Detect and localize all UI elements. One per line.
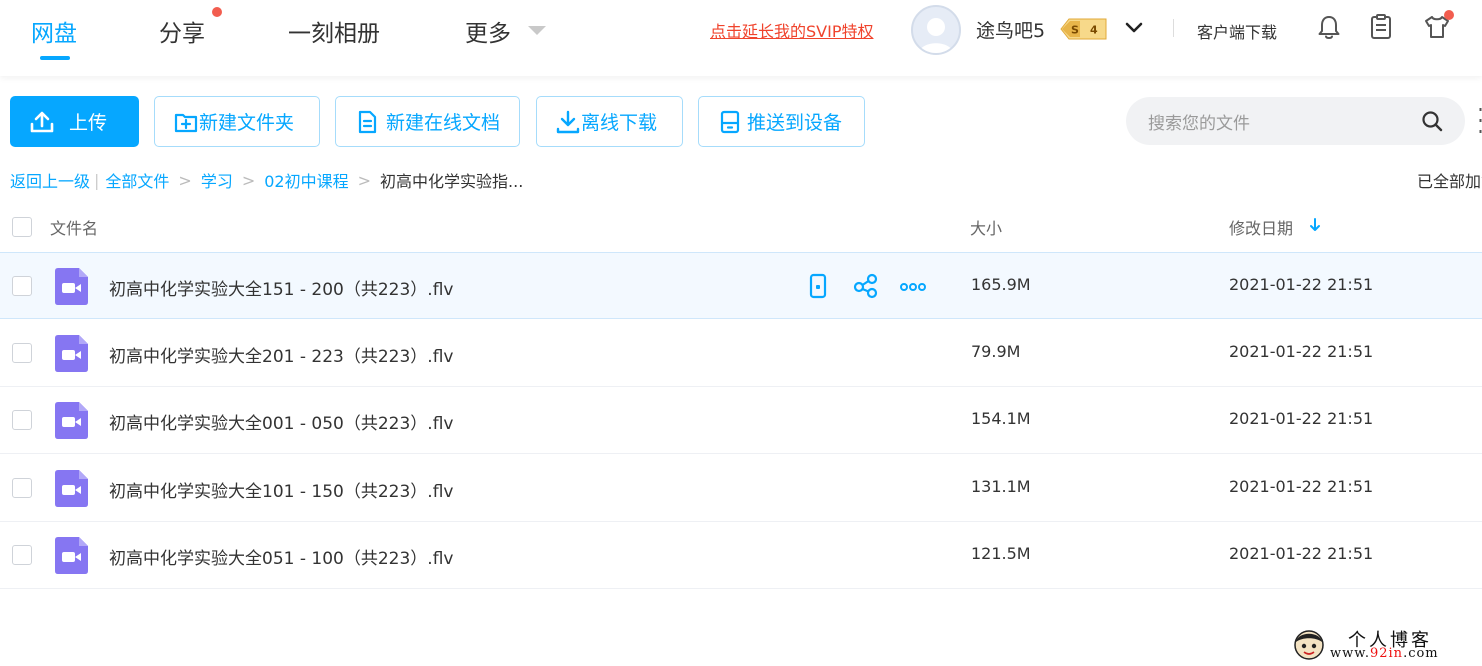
video-file-icon bbox=[55, 537, 88, 574]
offline-download-label: 离线下载 bbox=[581, 112, 658, 134]
tab-more[interactable]: 更多 bbox=[465, 14, 511, 48]
file-date: 2021-01-22 21:51 bbox=[1229, 342, 1374, 361]
push-to-device-icon[interactable] bbox=[805, 273, 831, 299]
file-name[interactable]: 初高中化学实验大全051 - 100（共223）.flv bbox=[109, 544, 453, 569]
more-dropdown-icon[interactable] bbox=[528, 26, 546, 35]
chevron-down-icon[interactable] bbox=[1124, 18, 1144, 38]
search-box[interactable]: 搜索您的文件 bbox=[1126, 97, 1465, 145]
search-icon[interactable] bbox=[1420, 109, 1444, 133]
file-name[interactable]: 初高中化学实验大全001 - 050（共223）.flv bbox=[109, 409, 453, 434]
file-name[interactable]: 初高中化学实验大全151 - 200（共223）.flv bbox=[109, 275, 453, 300]
breadcrumb-separator: > bbox=[357, 170, 372, 190]
breadcrumb-divider: | bbox=[94, 170, 100, 190]
download-icon bbox=[556, 110, 580, 133]
upload-button[interactable]: 上传 bbox=[10, 96, 139, 147]
file-date: 2021-01-22 21:51 bbox=[1229, 275, 1374, 294]
push-to-device-button[interactable]: 推送到设备 bbox=[698, 96, 865, 147]
svip-renew-link[interactable]: 点击延长我的SVIP特权 bbox=[710, 18, 873, 42]
breadcrumb-item-all-files[interactable]: 全部文件 bbox=[105, 168, 169, 192]
upload-icon bbox=[30, 111, 54, 132]
watermark-url: www.92in.com bbox=[1330, 646, 1439, 661]
breadcrumb-current: 初高中化学实验指... bbox=[380, 172, 524, 191]
push-to-device-label: 推送到设备 bbox=[747, 112, 843, 134]
tab-moment-album[interactable]: 一刻相册 bbox=[288, 14, 380, 48]
video-file-icon bbox=[55, 402, 88, 439]
file-name[interactable]: 初高中化学实验大全101 - 150（共223）.flv bbox=[109, 477, 453, 502]
active-tab-indicator bbox=[40, 56, 70, 60]
folder-plus-icon bbox=[174, 113, 198, 132]
avatar[interactable] bbox=[911, 5, 961, 55]
share-icon[interactable] bbox=[853, 273, 879, 299]
video-file-icon bbox=[55, 470, 88, 507]
breadcrumb-separator: > bbox=[241, 170, 256, 190]
breadcrumb-item-junior-courses[interactable]: 02初中课程 bbox=[264, 168, 348, 192]
table-row[interactable]: 初高中化学实验大全151 - 200（共223）.flv 165.9M 2021… bbox=[0, 252, 1482, 319]
file-list-header: 文件名 大小 修改日期 bbox=[0, 206, 1482, 246]
search-input[interactable]: 搜索您的文件 bbox=[1148, 109, 1250, 134]
column-header-size[interactable]: 大小 bbox=[970, 215, 1002, 239]
new-folder-label: 新建文件夹 bbox=[199, 112, 295, 134]
svip-level-badge: S 4 bbox=[1060, 18, 1107, 40]
row-checkbox[interactable] bbox=[12, 343, 32, 363]
tab-share[interactable]: 分享 bbox=[159, 14, 205, 48]
row-checkbox[interactable] bbox=[12, 478, 32, 498]
document-icon bbox=[358, 110, 377, 133]
file-size: 79.9M bbox=[971, 342, 1021, 361]
breadcrumb-back[interactable]: 返回上一级 bbox=[10, 168, 90, 192]
divider bbox=[1173, 19, 1174, 37]
table-row[interactable]: 初高中化学实验大全001 - 050（共223）.flv 154.1M 2021… bbox=[0, 387, 1482, 454]
file-size: 165.9M bbox=[971, 275, 1031, 294]
column-header-name[interactable]: 文件名 bbox=[50, 215, 98, 239]
select-all-checkbox[interactable] bbox=[12, 217, 32, 237]
breadcrumb: 返回上一级 | 全部文件 > 学习 > 02初中课程 > 初高中化学实验指... bbox=[10, 168, 523, 192]
table-row[interactable]: 初高中化学实验大全101 - 150（共223）.flv 131.1M 2021… bbox=[0, 455, 1482, 522]
table-row[interactable]: 初高中化学实验大全201 - 223（共223）.flv 79.9M 2021-… bbox=[0, 320, 1482, 387]
breadcrumb-item-study[interactable]: 学习 bbox=[201, 168, 233, 192]
load-status: 已全部加载 bbox=[1417, 172, 1482, 191]
watermark: 个人博客 www.92in.com bbox=[1290, 626, 1482, 666]
file-date: 2021-01-22 21:51 bbox=[1229, 409, 1374, 428]
file-date: 2021-01-22 21:51 bbox=[1229, 544, 1374, 563]
new-online-doc-button[interactable]: 新建在线文档 bbox=[335, 96, 520, 147]
clipboard-icon[interactable] bbox=[1367, 13, 1395, 41]
file-name[interactable]: 初高中化学实验大全201 - 223（共223）.flv bbox=[109, 342, 453, 367]
upload-label: 上传 bbox=[69, 112, 108, 134]
video-file-icon bbox=[55, 268, 88, 305]
default-avatar-icon bbox=[919, 18, 953, 53]
sort-desc-icon[interactable] bbox=[1308, 217, 1322, 233]
mascot-logo-icon bbox=[1294, 630, 1324, 660]
client-download-link[interactable]: 客户端下载 bbox=[1197, 19, 1277, 43]
more-options-icon[interactable] bbox=[900, 273, 926, 299]
file-date: 2021-01-22 21:51 bbox=[1229, 477, 1374, 496]
breadcrumb-separator: > bbox=[178, 170, 192, 190]
offline-download-button[interactable]: 离线下载 bbox=[536, 96, 683, 147]
svip-letter: S bbox=[1071, 24, 1079, 37]
video-file-icon bbox=[55, 335, 88, 372]
row-checkbox[interactable] bbox=[12, 276, 32, 296]
new-online-doc-label: 新建在线文档 bbox=[386, 112, 501, 134]
shirt-notification-dot bbox=[1444, 10, 1454, 20]
tab-netdisk[interactable]: 网盘 bbox=[31, 14, 77, 48]
table-row[interactable]: 初高中化学实验大全051 - 100（共223）.flv 121.5M 2021… bbox=[0, 522, 1482, 589]
file-size: 131.1M bbox=[971, 477, 1031, 496]
file-size: 121.5M bbox=[971, 544, 1031, 563]
new-folder-button[interactable]: 新建文件夹 bbox=[154, 96, 320, 147]
row-checkbox[interactable] bbox=[12, 410, 32, 430]
row-checkbox[interactable] bbox=[12, 545, 32, 565]
username[interactable]: 途鸟吧5 bbox=[976, 16, 1045, 43]
bell-icon[interactable] bbox=[1315, 13, 1343, 41]
share-notification-dot bbox=[212, 7, 222, 17]
device-icon bbox=[720, 110, 740, 133]
svip-level: 4 bbox=[1090, 24, 1098, 37]
top-navigation-bar: 网盘 分享 一刻相册 更多 点击延长我的SVIP特权 途鸟吧5 S 4 客户端下… bbox=[0, 0, 1482, 76]
column-header-modified[interactable]: 修改日期 bbox=[1229, 215, 1293, 239]
file-size: 154.1M bbox=[971, 409, 1031, 428]
